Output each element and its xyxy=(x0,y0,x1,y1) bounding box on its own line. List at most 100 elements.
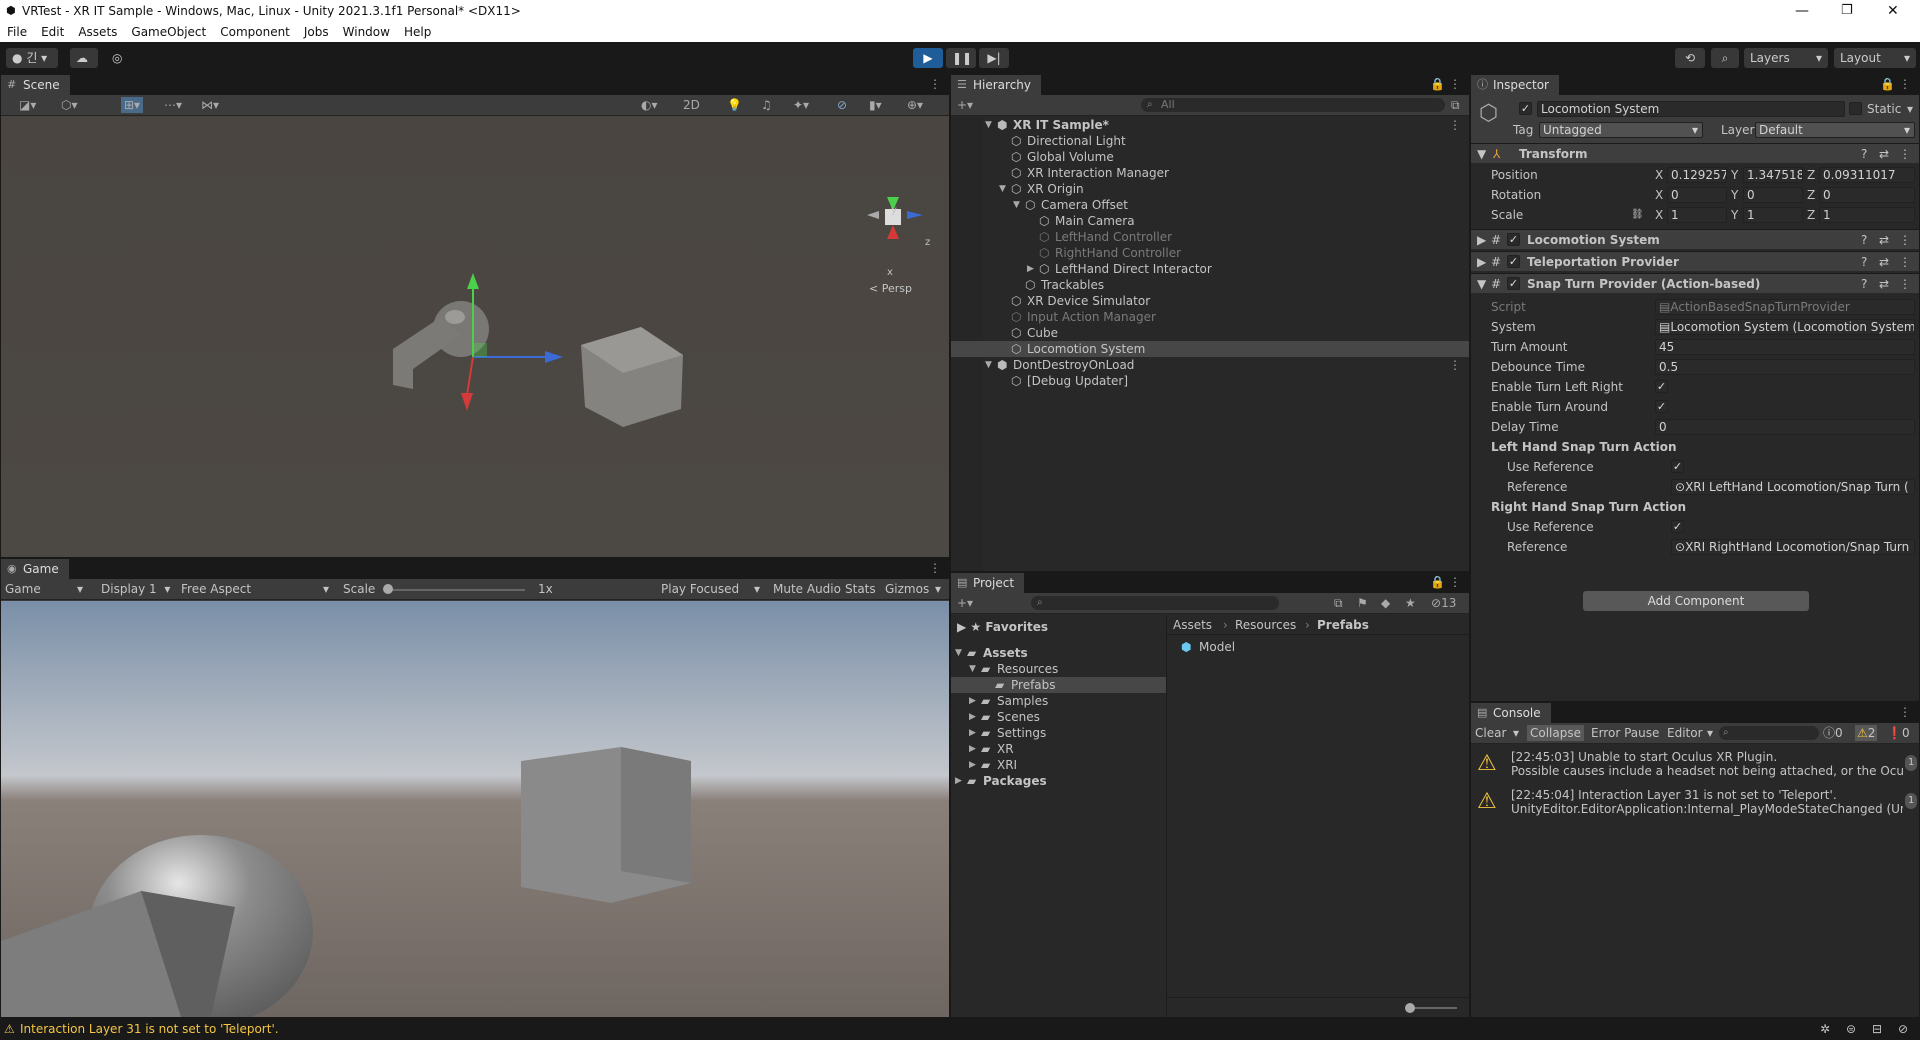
view-dropdown[interactable]: Game xyxy=(5,581,41,597)
scene-menu-icon[interactable]: ⋮ xyxy=(1449,357,1461,373)
component-menu-icon[interactable]: ⋮ xyxy=(1899,254,1911,270)
chevron-down-icon[interactable]: ▼ xyxy=(985,117,992,133)
hierarchy-row[interactable]: ▼ ⬢ XR IT Sample* ⋮ xyxy=(951,117,1469,133)
right-use-reference-checkbox[interactable]: ✓ xyxy=(1671,520,1684,533)
hierarchy-row[interactable]: ⬡ Locomotion System xyxy=(951,341,1469,357)
component-menu-icon[interactable]: ⋮ xyxy=(1899,232,1911,248)
play-button[interactable]: ▶ xyxy=(913,48,943,68)
tab-hierarchy[interactable]: ☰ Hierarchy xyxy=(951,75,1042,95)
system-field[interactable]: ▤Locomotion System (Locomotion System xyxy=(1655,319,1915,335)
position-y[interactable]: 1.347518 xyxy=(1743,167,1803,183)
asset-tree-row[interactable]: ▶ ▰ Settings xyxy=(951,725,1166,741)
mode-2d-button[interactable]: 2D xyxy=(683,97,700,113)
align-icon[interactable]: ⋈▾ xyxy=(201,97,219,113)
orientation-icon[interactable]: ◐▾ xyxy=(641,97,658,113)
aspect-dropdown[interactable]: Free Aspect xyxy=(181,581,251,597)
mute-audio-button[interactable]: Mute Audio xyxy=(773,581,841,597)
asset-tree-row[interactable]: ▶ ▰ Packages xyxy=(951,773,1166,789)
console-message[interactable]: ⚠ [22:45:04] Interaction Layer 31 is not… xyxy=(1471,783,1919,821)
locomotion-system-header[interactable]: ▶ # ✓ Locomotion System ? ⇄ ⋮ xyxy=(1471,229,1919,249)
star-icon[interactable]: ★ xyxy=(1405,595,1416,611)
lock-icon[interactable]: 🔒 xyxy=(1430,77,1445,91)
lighting-icon[interactable]: 💡 xyxy=(727,97,742,113)
asset-tree-row[interactable]: ▰ Prefabs xyxy=(951,677,1166,693)
console-search-input[interactable]: ⌕ xyxy=(1719,726,1819,740)
asset-tree-row[interactable]: ▼ ▰ Assets xyxy=(951,645,1166,661)
chevron-down-icon[interactable]: ▼ xyxy=(999,181,1006,197)
tab-scene[interactable]: # Scene xyxy=(1,75,70,95)
scene-menu-icon[interactable]: ⋮ xyxy=(1449,117,1461,133)
pause-button[interactable]: ❚❚ xyxy=(946,48,976,68)
layout-dropdown[interactable]: Layout ▾ xyxy=(1834,48,1916,68)
chevron-down-icon[interactable]: ▼ xyxy=(955,645,962,661)
error-count-toggle[interactable]: ❗0 xyxy=(1887,725,1910,741)
hierarchy-row[interactable]: ⬡ XR Interaction Manager xyxy=(951,165,1469,181)
breadcrumb-prefabs[interactable]: Prefabs xyxy=(1317,617,1369,633)
hierarchy-row[interactable]: ▼ ⬢ DontDestroyOnLoad ⋮ xyxy=(951,357,1469,373)
tag-dropdown[interactable]: Untagged ▾ xyxy=(1539,122,1703,138)
hierarchy-row[interactable]: ⬡ Cube xyxy=(951,325,1469,341)
position-x[interactable]: 0.1292576 xyxy=(1667,167,1727,183)
chevron-right-icon[interactable]: ▶ xyxy=(1027,261,1034,277)
chevron-right-icon[interactable]: ▶ xyxy=(969,757,976,773)
error-pause-button[interactable]: Error Pause xyxy=(1591,725,1659,741)
preset-icon[interactable]: ⇄ xyxy=(1879,146,1889,162)
hierarchy-row[interactable]: ▼ ⬡ Camera Offset xyxy=(951,197,1469,213)
hierarchy-row[interactable]: ⬡ Input Action Manager xyxy=(951,309,1469,325)
snap-turn-provider-header[interactable]: ▼ # ✓ Snap Turn Provider (Action-based) … xyxy=(1471,273,1919,293)
status-message[interactable]: Interaction Layer 31 is not set to 'Tele… xyxy=(20,1021,279,1037)
shaded-cube-icon[interactable]: ⬡▾ xyxy=(61,97,78,113)
rotation-z[interactable]: 0 xyxy=(1819,187,1915,203)
project-search-input[interactable]: ⌕ xyxy=(1031,596,1279,610)
hierarchy-row[interactable]: ⬡ LeftHand Controller xyxy=(951,229,1469,245)
filter-label-icon[interactable]: ⚑ xyxy=(1357,595,1368,611)
scale-z[interactable]: 1 xyxy=(1819,207,1915,223)
history-icon[interactable]: ⟲ xyxy=(1675,48,1705,68)
teleportation-provider-header[interactable]: ▶ # ✓ Teleportation Provider ? ⇄ ⋮ xyxy=(1471,251,1919,271)
breadcrumb-resources[interactable]: Resources xyxy=(1235,617,1296,633)
console-message[interactable]: ⚠ [22:45:03] Unable to start Oculus XR P… xyxy=(1471,745,1919,783)
snap-increment-icon[interactable]: ⋯▾ xyxy=(164,97,182,113)
step-button[interactable]: ▶| xyxy=(979,48,1009,68)
panel-menu-icon[interactable]: ⋮ xyxy=(929,77,941,91)
static-dropdown-arrow[interactable]: ▾ xyxy=(1907,101,1913,117)
help-icon[interactable]: ? xyxy=(1861,146,1867,162)
preset-icon[interactable]: ⇄ xyxy=(1879,276,1889,292)
hierarchy-row[interactable]: ▼ ⬡ XR Origin xyxy=(951,181,1469,197)
play-focused-dropdown[interactable]: Play Focused xyxy=(661,581,739,597)
panel-menu-icon[interactable]: ⋮ xyxy=(1449,77,1461,91)
grid-snap-icon[interactable]: ⊞▾ xyxy=(121,97,144,113)
chevron-right-icon[interactable]: ▶ xyxy=(955,773,962,789)
filter-type-icon[interactable]: ⧉ xyxy=(1334,595,1343,611)
editor-dropdown[interactable]: Editor xyxy=(1667,725,1703,741)
layer-dropdown[interactable]: Default ▾ xyxy=(1755,122,1915,138)
chevron-right-icon[interactable]: ▶ xyxy=(969,693,976,709)
hierarchy-row[interactable]: ⬡ RightHand Controller xyxy=(951,245,1469,261)
menu-component[interactable]: Component xyxy=(213,22,297,42)
lock-icon[interactable]: 🔒 xyxy=(1880,77,1895,91)
close-icon[interactable]: ✕ xyxy=(1887,0,1899,22)
chevron-down-icon[interactable]: ▼ xyxy=(985,357,992,373)
scene-viewport[interactable] xyxy=(1,117,949,557)
bug-icon[interactable]: ✲ xyxy=(1820,1021,1830,1037)
link-icon[interactable]: ⛓ xyxy=(1631,207,1644,223)
display-dropdown[interactable]: Display 1 ▾ xyxy=(101,581,170,597)
component-menu-icon[interactable]: ⋮ xyxy=(1899,276,1911,292)
visibility-icon[interactable]: ⊘ xyxy=(837,97,847,113)
layers-dropdown[interactable]: Layers ▾ xyxy=(1744,48,1828,68)
draw-mode-icon[interactable]: ◪▾ xyxy=(19,97,36,113)
component-menu-icon[interactable]: ⋮ xyxy=(1899,146,1911,162)
account-button[interactable]: ● 긴 ▾ xyxy=(6,48,58,68)
hierarchy-search-input[interactable]: ⌕ All xyxy=(1141,98,1445,112)
hidden-count[interactable]: ⊘13 xyxy=(1431,595,1456,611)
gizmos-button[interactable]: Gizmos xyxy=(885,581,929,597)
scale-y[interactable]: 1 xyxy=(1743,207,1803,223)
object-name-field[interactable]: Locomotion System xyxy=(1537,101,1845,117)
icon-size-handle[interactable] xyxy=(1405,1003,1415,1013)
search-icon[interactable]: ⌕ xyxy=(1711,48,1739,68)
menu-window[interactable]: Window xyxy=(336,22,397,42)
add-component-button[interactable]: Add Component xyxy=(1583,591,1809,611)
maximize-icon[interactable]: ❐ xyxy=(1841,0,1853,22)
scale-slider-handle[interactable] xyxy=(383,584,393,594)
hierarchy-row[interactable]: ⬡ Trackables xyxy=(951,277,1469,293)
